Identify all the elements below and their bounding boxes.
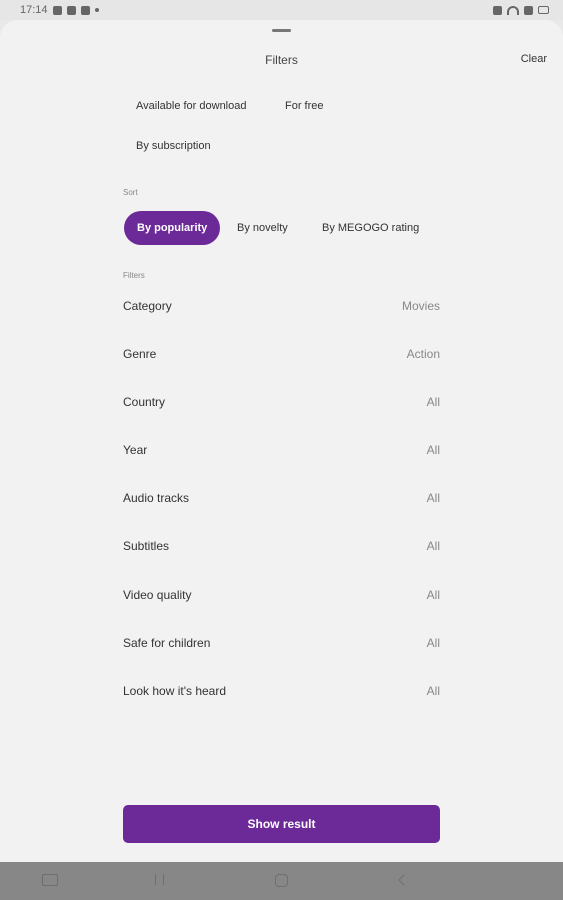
system-nav-bar [0, 862, 563, 900]
signal-icon [524, 5, 533, 15]
filter-row-value: Action [406, 347, 440, 361]
drag-handle[interactable] [272, 29, 291, 32]
chip-available-for-download[interactable]: Available for download [124, 91, 259, 121]
missed-call-icon [66, 5, 76, 15]
filter-row-label: Category [123, 299, 172, 313]
filter-row-label: Audio tracks [123, 491, 190, 505]
status-time: 17:14 [20, 4, 48, 16]
show-result-button[interactable]: Show result [123, 805, 440, 843]
filter-row-video-quality[interactable]: Video quality All [123, 584, 440, 606]
filter-row-label: Subtitles [123, 539, 170, 553]
sort-by-megogo-rating[interactable]: By MEGOGO rating [310, 213, 432, 243]
filter-row-value: Movies [401, 299, 440, 313]
chip-for-free[interactable]: For free [273, 91, 336, 121]
sort-section-label: Sort [123, 188, 138, 197]
filter-row-value: All [426, 539, 440, 553]
sheet-title: Filters [265, 53, 298, 67]
mute-icon [493, 5, 502, 15]
filter-row-label: Video quality [123, 588, 192, 602]
filter-row-label: Safe for children [123, 636, 211, 650]
filter-row-value: All [426, 636, 440, 650]
filter-row-label: Year [123, 443, 148, 457]
filter-row-value: All [426, 395, 440, 409]
sort-by-novelty[interactable]: By novelty [225, 213, 300, 243]
filter-row-look-how-its-heard[interactable]: Look how it's heard All [123, 680, 440, 702]
back-icon[interactable] [398, 874, 410, 886]
filters-sheet: Filters Clear Available for download For… [0, 20, 563, 862]
filter-row-value: All [426, 443, 440, 457]
gallery-icon [52, 5, 62, 15]
keyboard-icon[interactable] [42, 874, 58, 886]
recent-apps-icon[interactable] [155, 874, 164, 885]
filter-row-audio-tracks[interactable]: Audio tracks All [123, 487, 440, 509]
wifi-icon [507, 5, 519, 15]
sort-by-popularity[interactable]: By popularity [124, 211, 221, 245]
filter-row-label: Genre [123, 347, 157, 361]
chip-by-subscription[interactable]: By subscription [124, 131, 223, 161]
filters-section-label: Filters [123, 271, 145, 280]
filter-row-year[interactable]: Year All [123, 439, 440, 461]
filter-row-value: All [426, 684, 440, 698]
status-bar: 17:14 [0, 0, 563, 20]
filter-row-genre[interactable]: Genre Action [123, 343, 440, 365]
home-icon[interactable] [275, 874, 288, 887]
shield-icon [80, 5, 90, 15]
battery-icon [538, 6, 549, 14]
filter-row-category[interactable]: Category Movies [123, 295, 440, 317]
filter-row-value: All [426, 588, 440, 602]
notification-dot-icon [94, 8, 99, 12]
filter-row-safe-for-children[interactable]: Safe for children All [123, 632, 440, 654]
filter-row-label: Look how it's heard [123, 684, 227, 698]
status-bar-left: 17:14 [20, 4, 99, 16]
filter-row-subtitles[interactable]: Subtitles All [123, 535, 440, 557]
filter-row-country[interactable]: Country All [123, 391, 440, 413]
clear-button[interactable]: Clear [521, 53, 547, 65]
filter-row-label: Country [123, 395, 166, 409]
status-bar-right [493, 5, 549, 15]
filter-row-value: All [426, 491, 440, 505]
